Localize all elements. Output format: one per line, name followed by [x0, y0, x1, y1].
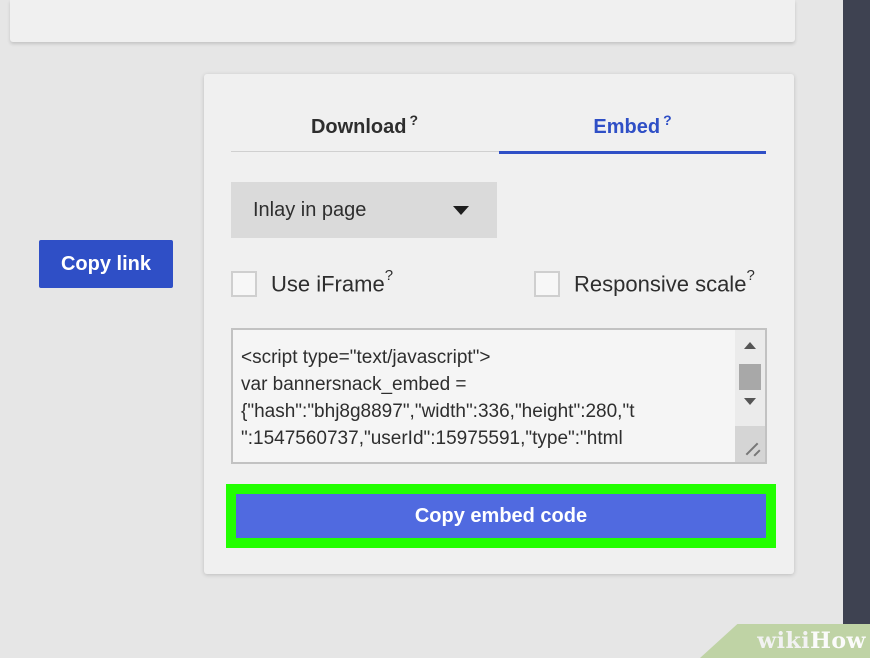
highlight-box: Copy embed code: [226, 484, 776, 548]
embed-type-dropdown[interactable]: Inlay in page: [231, 182, 497, 238]
responsive-scale-checkbox[interactable]: [534, 270, 560, 297]
copy-embed-code-button[interactable]: Copy embed code: [236, 494, 766, 538]
scroll-up-arrow-icon[interactable]: [744, 342, 756, 349]
wikihow-watermark-logo: wikiHow: [757, 628, 866, 654]
use-iframe-option[interactable]: Use iFrame?: [231, 267, 394, 297]
use-iframe-checkbox[interactable]: [231, 270, 257, 297]
dropdown-value: Inlay in page: [253, 198, 367, 221]
embed-code-text[interactable]: <script type="text/javascript"> var bann…: [241, 344, 731, 462]
share-tabs: Download? Embed?: [231, 106, 766, 154]
resize-handle-icon[interactable]: [735, 426, 765, 462]
scroll-down-arrow-icon[interactable]: [744, 398, 756, 405]
help-icon[interactable]: ?: [385, 267, 393, 284]
help-icon[interactable]: ?: [663, 112, 672, 147]
caret-down-icon: [453, 206, 469, 215]
embed-code-textarea[interactable]: <script type="text/javascript"> var bann…: [231, 328, 767, 464]
previous-card: [10, 0, 795, 42]
help-icon[interactable]: ?: [746, 267, 754, 284]
tab-download[interactable]: Download?: [231, 106, 498, 152]
share-panel: Download? Embed? Inlay in page Use iFram…: [204, 74, 794, 574]
scroll-thumb[interactable]: [739, 364, 761, 390]
use-iframe-label: Use iFrame?: [271, 267, 394, 297]
responsive-scale-option[interactable]: Responsive scale?: [534, 267, 755, 297]
help-icon[interactable]: ?: [409, 112, 418, 148]
right-edge-panel: [843, 0, 870, 658]
tab-embed-label: Embed: [593, 116, 661, 138]
tab-embed[interactable]: Embed?: [499, 106, 766, 154]
copy-link-button[interactable]: Copy link: [39, 240, 173, 288]
responsive-scale-label: Responsive scale?: [574, 267, 755, 297]
tab-download-label: Download: [310, 116, 407, 138]
